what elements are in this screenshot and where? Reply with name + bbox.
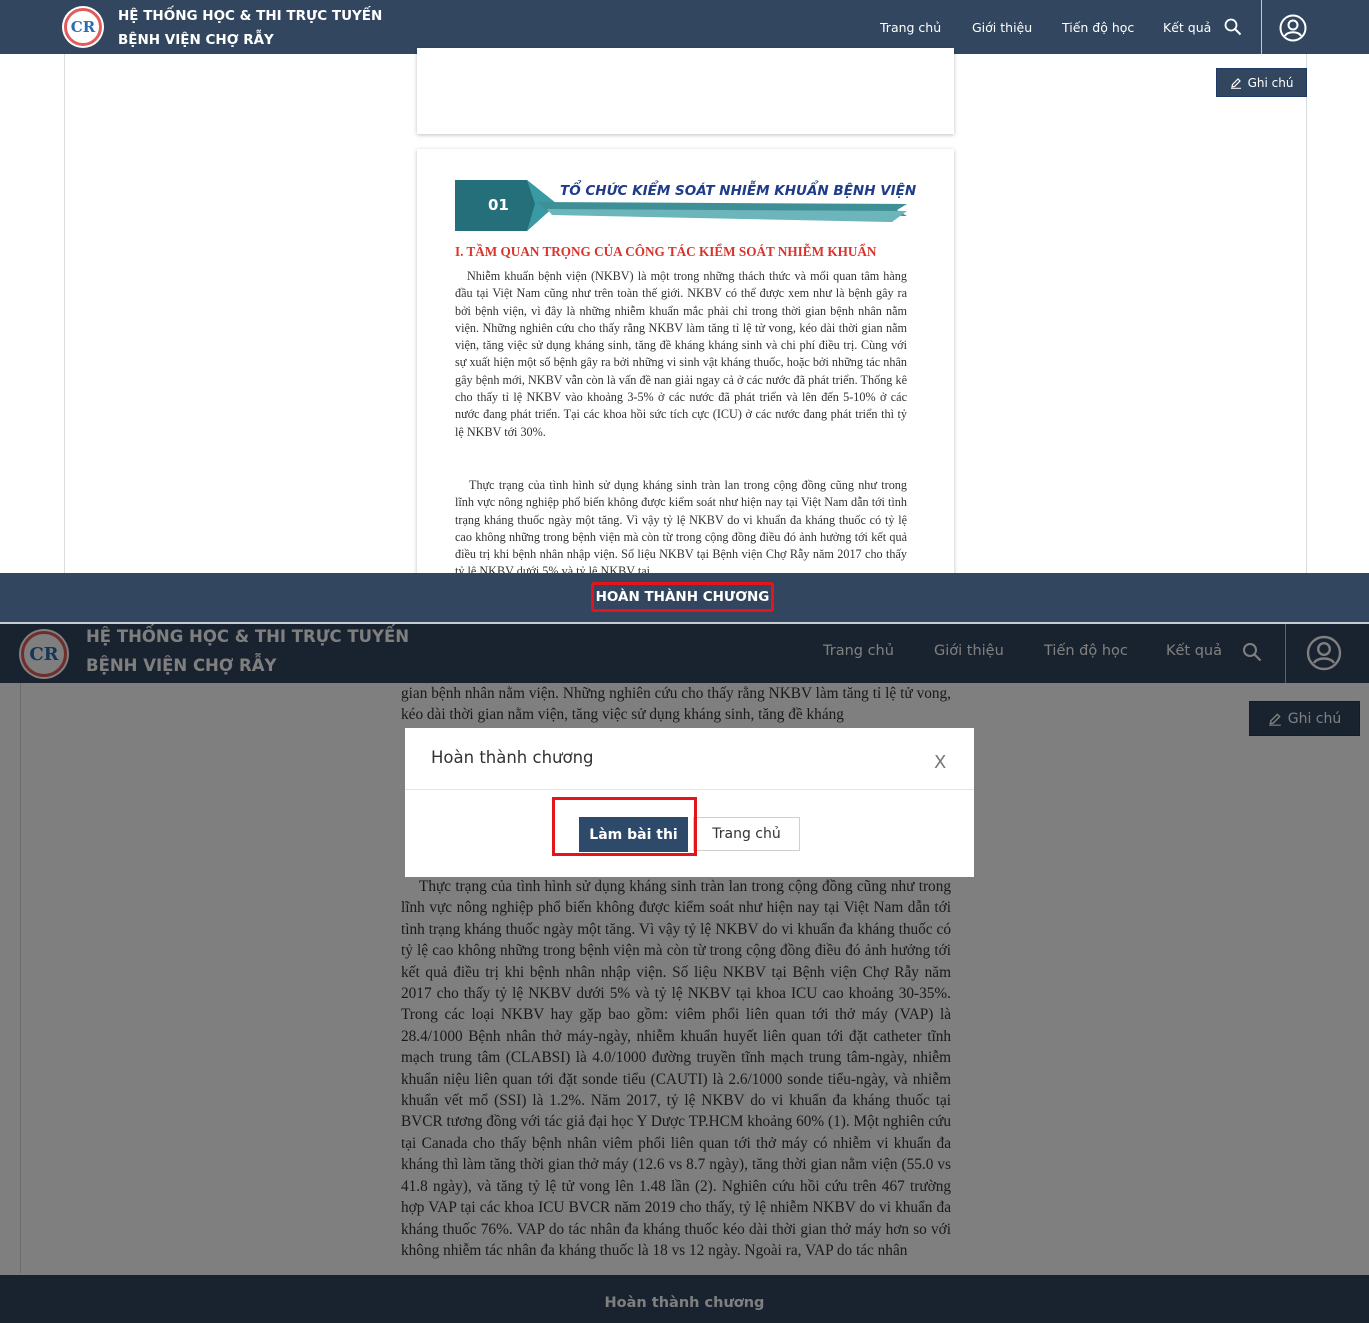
top-navbar: CR HỆ THỐNG HỌC & THI TRỰC TUYẾN BỆNH VI…: [0, 0, 1369, 54]
hospital-logo[interactable]: CR: [62, 6, 104, 48]
finish-chapter-bar: HOÀN THÀNH CHƯƠNG: [0, 573, 1369, 622]
nav-progress[interactable]: Tiến độ học: [1062, 20, 1134, 35]
chapter-title: TỔ CHỨC KIỂM SOÁT NHIỄM KHUẨN BỆNH VIỆN: [560, 183, 917, 199]
nav-about[interactable]: Giới thiệu: [972, 20, 1032, 35]
modal-divider: [405, 789, 974, 790]
content-right-border: [1306, 54, 1307, 574]
previous-page-bottom: [417, 48, 954, 134]
chapter-number: 01: [488, 196, 509, 214]
pencil-icon: [1230, 77, 1241, 89]
site-title-line2: BỆNH VIỆN CHỢ RẪY: [118, 32, 274, 48]
user-circle-icon[interactable]: [1279, 14, 1307, 47]
modal-title: Hoàn thành chương: [431, 748, 594, 767]
highlight-box: [552, 797, 697, 856]
paragraph-2: Thực trạng của tình hình sử dụng kháng s…: [455, 478, 907, 579]
notes-button[interactable]: Ghi chú: [1216, 68, 1307, 97]
finish-chapter-modal: Hoàn thành chương X Làm bài thi Trang ch…: [405, 728, 974, 877]
nav-divider: [1261, 0, 1262, 54]
notes-button-label: Ghi chú: [1247, 75, 1294, 90]
nav-results[interactable]: Kết quả: [1163, 20, 1211, 35]
bottom-screenshot: CR HỆ THỐNG HỌC & THI TRỰC TUYẾN BỆNH VI…: [0, 622, 1369, 1323]
nav-home[interactable]: Trang chủ: [880, 20, 941, 35]
close-icon[interactable]: X: [934, 752, 946, 773]
top-screenshot: CR HỆ THỐNG HỌC & THI TRỰC TUYẾN BỆNH VI…: [0, 0, 1369, 622]
logo-letters: CR: [64, 8, 102, 46]
section-heading: I. TẦM QUAN TRỌNG CỦA CÔNG TÁC KIỂM SOÁT…: [455, 244, 877, 259]
home-button[interactable]: Trang chủ: [693, 817, 800, 851]
document-page: 01 TỔ CHỨC KIỂM SOÁT NHIỄM KHUẨN BỆNH VI…: [417, 149, 954, 589]
content-left-border: [64, 54, 65, 574]
finish-chapter-button[interactable]: HOÀN THÀNH CHƯƠNG: [591, 582, 774, 612]
search-icon[interactable]: [1224, 18, 1242, 41]
paragraph-1: Nhiễm khuẩn bệnh viện (NKBV) là một tron…: [455, 269, 907, 439]
site-title-line1: HỆ THỐNG HỌC & THI TRỰC TUYẾN: [118, 8, 383, 24]
